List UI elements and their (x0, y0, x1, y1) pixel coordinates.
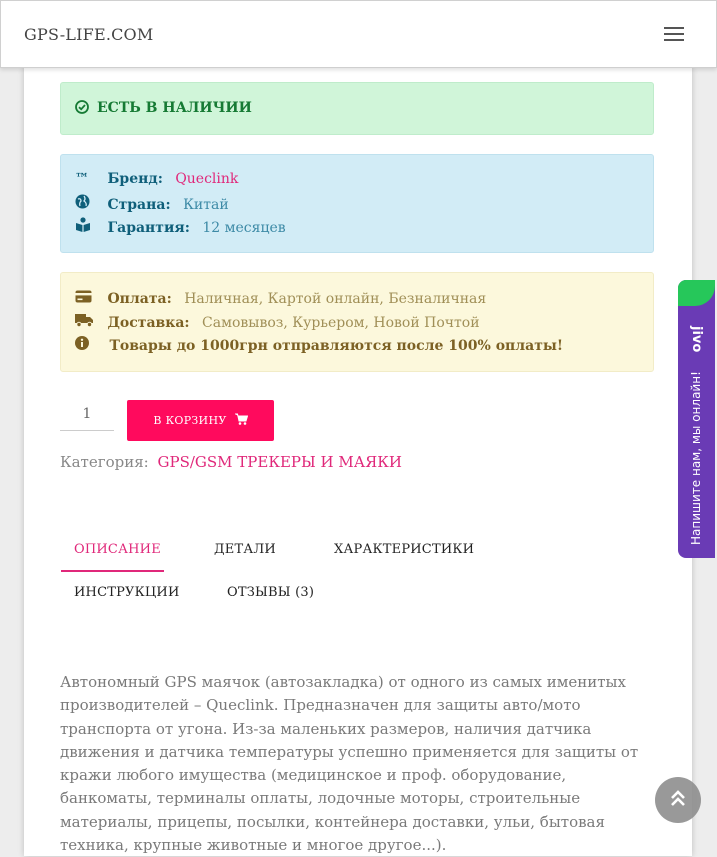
in-stock-alert: ЕСТЬ В НАЛИЧИИ (60, 82, 654, 135)
site-logo[interactable]: GPS-LIFE.COM (24, 25, 153, 44)
active-tab-indicator (61, 570, 164, 572)
add-to-cart-label: В КОРЗИНУ (153, 414, 227, 427)
chat-widget-text: Напишите нам, мы онлайн! (689, 371, 703, 545)
country-label: Страна: (107, 197, 171, 213)
tab-instructions[interactable]: ИНСТРУКЦИИ (74, 585, 180, 600)
tab-characteristics[interactable]: ХАРАКТЕРИСТИКИ (334, 542, 474, 557)
warranty-value: 12 месяцев (202, 220, 286, 236)
warranty-label: Гарантия: (107, 220, 190, 236)
prepayment-notice-text: Товары до 1000грн отправляются после 100… (109, 338, 564, 354)
country-row: Страна: Китай (75, 194, 229, 213)
category-link[interactable]: GPS/GSM ТРЕКЕРЫ И МАЯКИ (158, 453, 402, 471)
hamburger-icon[interactable] (664, 27, 684, 41)
payment-row: Оплата: Наличная, Картой онлайн, Безнали… (75, 290, 486, 307)
delivery-label: Доставка: (107, 315, 190, 331)
add-to-cart-button[interactable]: В КОРЗИНУ (127, 400, 274, 441)
trademark-icon: ™ (75, 171, 89, 187)
double-chevron-up-icon (670, 788, 686, 812)
chat-widget[interactable]: jivo Напишите нам, мы онлайн! (678, 280, 715, 558)
country-value: Китай (183, 197, 229, 213)
tab-reviews[interactable]: ОТЗЫВЫ (3) (227, 585, 314, 600)
chat-logo: jivo (689, 326, 704, 353)
check-circle-icon (75, 100, 89, 118)
payment-label: Оплата: (107, 291, 172, 307)
scroll-to-top-button[interactable] (655, 777, 701, 823)
delivery-value: Самовывоз, Курьером, Новой Почтой (202, 315, 480, 331)
tab-description[interactable]: ОПИСАНИЕ (74, 542, 161, 557)
product-description: Автономный GPS маячок (автозакладка) от … (60, 673, 639, 855)
credit-card-icon (75, 290, 97, 307)
chat-leaf-icon (678, 280, 715, 306)
brand-link[interactable]: Queclink (175, 171, 238, 187)
payment-value: Наличная, Картой онлайн, Безналичная (184, 291, 487, 307)
stock-status-text: ЕСТЬ В НАЛИЧИИ (97, 100, 252, 116)
book-reader-icon (75, 217, 97, 236)
brand-label: Бренд: (107, 171, 163, 187)
warranty-row: Гарантия: 12 месяцев (75, 217, 286, 236)
brand-row: ™ Бренд: Queclink (75, 171, 238, 187)
product-card: ЕСТЬ В НАЛИЧИИ ™ Бренд: Queclink Страна:… (24, 66, 692, 856)
quantity-input[interactable]: 1 (60, 400, 114, 431)
shopping-cart-icon (234, 413, 248, 428)
info-circle-icon (75, 336, 97, 354)
product-category: Категория: GPS/GSM ТРЕКЕРЫ И МАЯКИ (60, 453, 402, 471)
payment-delivery-alert: Оплата: Наличная, Картой онлайн, Безнали… (60, 272, 654, 372)
category-label: Категория: (60, 453, 149, 471)
top-navbar: GPS-LIFE.COM (0, 0, 717, 68)
truck-icon (75, 313, 97, 331)
product-info-alert: ™ Бренд: Queclink Страна: Китай Гарантия… (60, 154, 654, 253)
globe-icon (75, 194, 97, 213)
delivery-row: Доставка: Самовывоз, Курьером, Новой Поч… (75, 313, 480, 331)
tab-details[interactable]: ДЕТАЛИ (214, 542, 276, 557)
prepayment-notice-row: Товары до 1000грн отправляются после 100… (75, 336, 563, 354)
